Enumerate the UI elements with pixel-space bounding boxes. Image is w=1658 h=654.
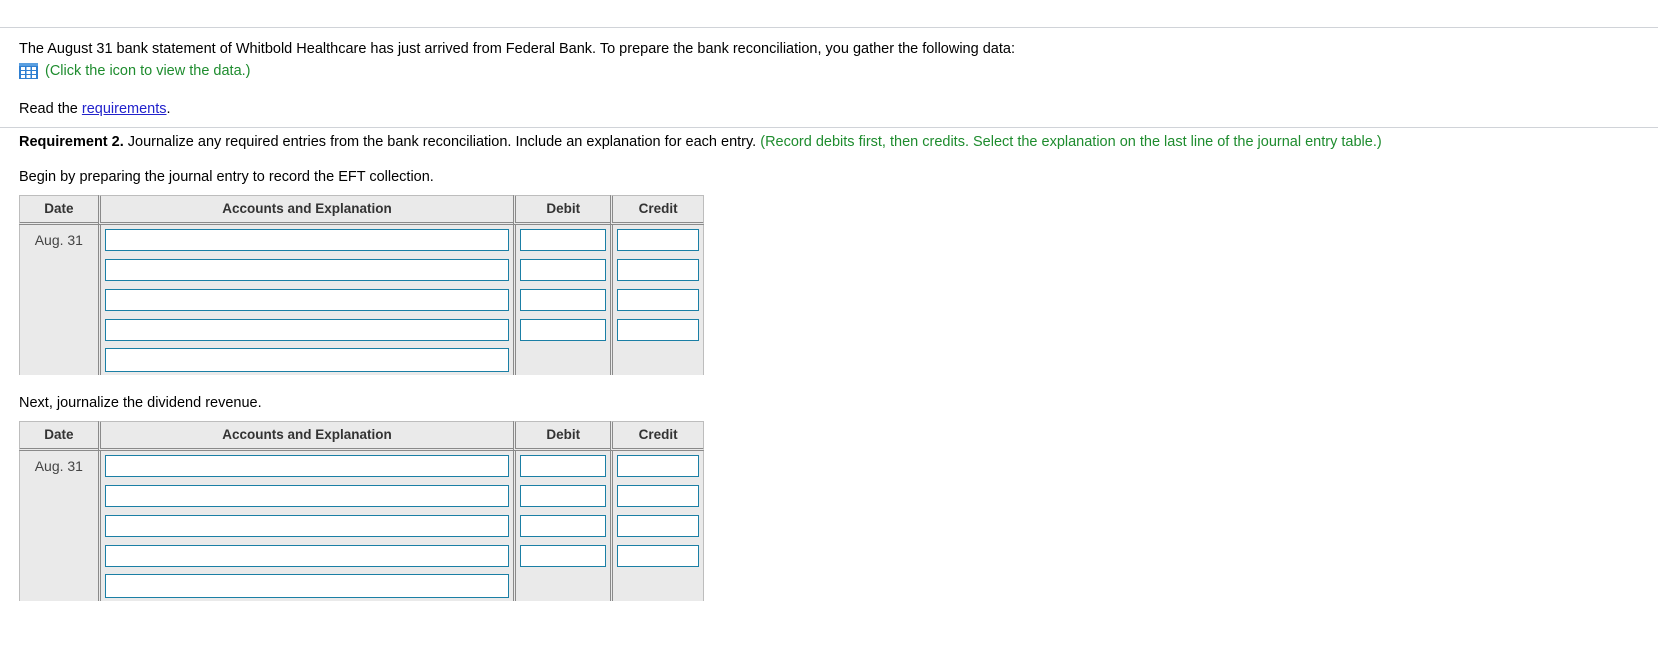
table-row bbox=[19, 315, 704, 345]
read-requirements-line: Read the requirements. bbox=[19, 100, 171, 118]
table-header-row: Date Accounts and Explanation Debit Cred… bbox=[19, 421, 704, 451]
credit-cell-empty bbox=[610, 345, 704, 375]
accounts-cell bbox=[97, 225, 514, 255]
problem-intro-text: The August 31 bank statement of Whitbold… bbox=[19, 41, 1015, 57]
debit-input-1-1[interactable] bbox=[520, 229, 607, 251]
debit-input-2-1[interactable] bbox=[520, 455, 607, 477]
credit-input-2-2[interactable] bbox=[617, 485, 699, 507]
requirement-label: Requirement 2. bbox=[19, 134, 124, 150]
date-cell: Aug. 31 bbox=[19, 225, 98, 375]
accounts-cell bbox=[97, 451, 514, 481]
credit-cell bbox=[610, 511, 704, 541]
debit-input-1-3[interactable] bbox=[520, 289, 607, 311]
problem-page: The August 31 bank statement of Whitbold… bbox=[0, 0, 1658, 654]
journal-entry-table-eft-collection: Date Accounts and Explanation Debit Cred… bbox=[19, 195, 704, 375]
debit-cell bbox=[513, 285, 611, 315]
credit-cell bbox=[610, 225, 704, 255]
credit-input-2-1[interactable] bbox=[617, 455, 699, 477]
data-table-icon[interactable] bbox=[19, 63, 38, 79]
read-suffix-text: . bbox=[166, 101, 171, 117]
accounts-cell bbox=[97, 481, 514, 511]
column-header-date: Date bbox=[19, 195, 98, 225]
requirement-body: Journalize any required entries from the… bbox=[123, 134, 761, 150]
accounts-cell bbox=[97, 255, 514, 285]
debit-input-1-2[interactable] bbox=[520, 259, 607, 281]
credit-cell bbox=[610, 285, 704, 315]
credit-input-2-4[interactable] bbox=[617, 545, 699, 567]
explanation-input-2[interactable] bbox=[104, 574, 510, 598]
credit-cell-empty bbox=[610, 571, 704, 601]
debit-input-2-4[interactable] bbox=[520, 545, 607, 567]
debit-cell bbox=[513, 255, 611, 285]
section-1-instruction: Begin by preparing the journal entry to … bbox=[19, 169, 434, 185]
view-data-row[interactable]: (Click the icon to view the data.) bbox=[19, 62, 251, 80]
debit-cell bbox=[513, 541, 611, 571]
column-header-debit: Debit bbox=[513, 421, 611, 451]
accounts-input-2-4[interactable] bbox=[104, 545, 510, 567]
accounts-cell bbox=[97, 345, 514, 375]
table-row-explanation bbox=[19, 345, 704, 375]
table-header-row: Date Accounts and Explanation Debit Cred… bbox=[19, 195, 704, 225]
debit-cell bbox=[513, 511, 611, 541]
accounts-cell bbox=[97, 571, 514, 601]
debit-input-1-4[interactable] bbox=[520, 319, 607, 341]
table-row: Aug. 31 bbox=[19, 451, 704, 601]
column-header-date: Date bbox=[19, 421, 98, 451]
view-data-hint[interactable]: (Click the icon to view the data.) bbox=[45, 62, 251, 80]
debit-cell bbox=[513, 225, 611, 255]
debit-input-2-2[interactable] bbox=[520, 485, 607, 507]
read-prefix-text: Read the bbox=[19, 101, 82, 117]
journal-entry-table-dividend-revenue: Date Accounts and Explanation Debit Cred… bbox=[19, 421, 704, 601]
credit-input-1-1[interactable] bbox=[617, 229, 699, 251]
accounts-input-1-2[interactable] bbox=[104, 259, 510, 281]
debit-cell-empty bbox=[513, 345, 611, 375]
accounts-input-1-4[interactable] bbox=[104, 319, 510, 341]
date-cell: Aug. 31 bbox=[19, 451, 98, 601]
explanation-input-1[interactable] bbox=[104, 348, 510, 372]
debit-cell bbox=[513, 451, 611, 481]
requirement-hint: (Record debits first, then credits. Sele… bbox=[760, 134, 1382, 150]
accounts-cell bbox=[97, 285, 514, 315]
top-divider bbox=[0, 27, 1658, 28]
section-2-instruction: Next, journalize the dividend revenue. bbox=[19, 395, 262, 411]
table-row bbox=[19, 541, 704, 571]
debit-cell bbox=[513, 315, 611, 345]
credit-cell bbox=[610, 541, 704, 571]
credit-cell bbox=[610, 451, 704, 481]
table-row bbox=[19, 285, 704, 315]
accounts-input-2-1[interactable] bbox=[104, 455, 510, 477]
accounts-cell bbox=[97, 511, 514, 541]
accounts-input-2-3[interactable] bbox=[104, 515, 510, 537]
debit-input-2-3[interactable] bbox=[520, 515, 607, 537]
requirement-statement: Requirement 2. Journalize any required e… bbox=[19, 133, 1382, 151]
table-row bbox=[19, 511, 704, 541]
accounts-input-2-2[interactable] bbox=[104, 485, 510, 507]
table-row: Aug. 31 bbox=[19, 225, 704, 375]
credit-cell bbox=[610, 315, 704, 345]
debit-cell bbox=[513, 481, 611, 511]
table-row-explanation bbox=[19, 571, 704, 601]
accounts-input-1-3[interactable] bbox=[104, 289, 510, 311]
credit-input-2-3[interactable] bbox=[617, 515, 699, 537]
credit-cell bbox=[610, 255, 704, 285]
column-header-credit: Credit bbox=[610, 195, 704, 225]
requirement-divider bbox=[0, 127, 1658, 128]
column-header-debit: Debit bbox=[513, 195, 611, 225]
accounts-input-1-1[interactable] bbox=[104, 229, 510, 251]
column-header-accounts: Accounts and Explanation bbox=[97, 195, 514, 225]
accounts-cell bbox=[97, 541, 514, 571]
credit-input-1-2[interactable] bbox=[617, 259, 699, 281]
credit-cell bbox=[610, 481, 704, 511]
credit-input-1-4[interactable] bbox=[617, 319, 699, 341]
table-row bbox=[19, 255, 704, 285]
debit-cell-empty bbox=[513, 571, 611, 601]
table-row bbox=[19, 481, 704, 511]
requirements-link[interactable]: requirements bbox=[82, 101, 167, 117]
accounts-cell bbox=[97, 315, 514, 345]
column-header-credit: Credit bbox=[610, 421, 704, 451]
column-header-accounts: Accounts and Explanation bbox=[97, 421, 514, 451]
credit-input-1-3[interactable] bbox=[617, 289, 699, 311]
